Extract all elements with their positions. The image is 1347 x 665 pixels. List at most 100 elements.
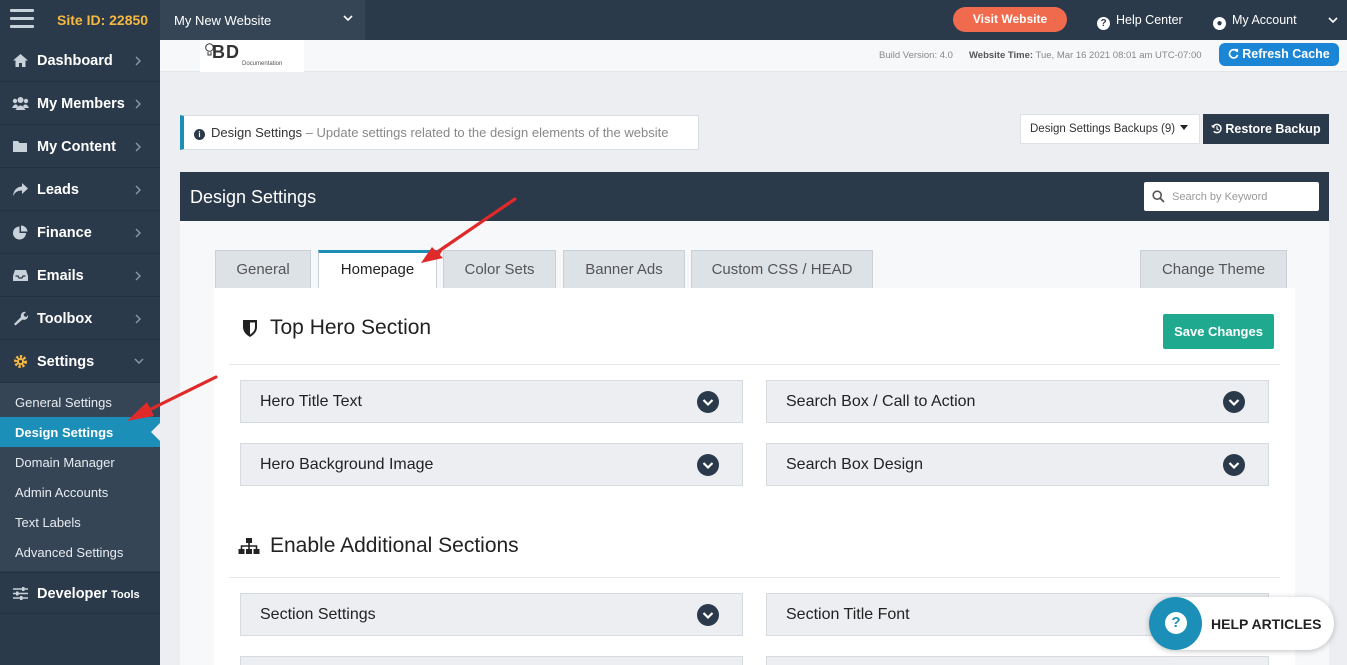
page-title: Design Settings: [211, 125, 303, 140]
tab-general[interactable]: General: [215, 250, 311, 288]
panel-title: Design Settings: [190, 187, 317, 207]
tab-homepage[interactable]: Homepage: [318, 250, 437, 289]
chevron-right-icon: [135, 99, 141, 109]
sidebar-item-my-members[interactable]: My Members: [0, 83, 160, 125]
help-articles-button[interactable]: ? HELP ARTICLES: [1149, 597, 1334, 650]
sidebar-item-dashboard[interactable]: Dashboard: [0, 40, 160, 82]
submenu-domain-manager[interactable]: Domain Manager: [0, 447, 160, 477]
help-articles-label: HELP ARTICLES: [1211, 616, 1322, 632]
sidebar-item-settings[interactable]: Settings: [0, 341, 160, 383]
divider: [229, 577, 1280, 578]
sidebar: Dashboard My Members My Content Leads Fi…: [0, 40, 160, 665]
sidebar-item-label: My Content: [37, 139, 116, 155]
section-title-top-hero: Top Hero Section: [270, 316, 432, 339]
submenu-design-settings[interactable]: Design Settings: [0, 417, 160, 447]
sliders-icon: [13, 587, 28, 600]
refresh-cache-button[interactable]: Refresh Cache: [1219, 43, 1339, 66]
chevron-right-icon: [135, 271, 141, 281]
sidebar-item-label: Toolbox: [37, 311, 93, 327]
keyword-search: [1144, 182, 1319, 211]
gear-icon: [14, 355, 27, 368]
tab-change-theme[interactable]: Change Theme: [1140, 250, 1287, 288]
divider: [229, 364, 1280, 365]
save-changes-button[interactable]: Save Changes: [1163, 314, 1274, 349]
sidebar-item-emails[interactable]: Emails: [0, 255, 160, 297]
sidebar-item-my-content[interactable]: My Content: [0, 126, 160, 168]
logo-text: BD: [212, 42, 240, 62]
backups-dropdown-label: Design Settings Backups (9): [1030, 123, 1176, 135]
submenu-text-labels[interactable]: Text Labels: [0, 507, 160, 537]
pie-chart-icon: [13, 225, 28, 240]
submenu-admin-accounts[interactable]: Admin Accounts: [0, 477, 160, 507]
home-icon: [13, 54, 28, 67]
website-time-label: Website Time:: [969, 50, 1034, 61]
accordion-label: Hero Background Image: [260, 456, 434, 473]
accordion-partial[interactable]: [766, 656, 1269, 665]
sidebar-item-label: Emails: [37, 268, 84, 284]
refresh-cache-label: Refresh Cache: [1242, 47, 1330, 61]
accordion-label: Section Title Font: [786, 606, 910, 623]
help-circle: ?: [1149, 597, 1202, 650]
accordion-hero-background-image[interactable]: Hero Background Image: [240, 443, 743, 486]
sidebar-item-finance[interactable]: Finance: [0, 212, 160, 254]
sidebar-item-label: My Members: [37, 96, 125, 112]
sidebar-item-toolbox[interactable]: Toolbox: [0, 298, 160, 340]
accordion-section-settings[interactable]: Section Settings: [240, 593, 743, 636]
logo-subtitle: Documentation: [242, 61, 283, 67]
my-account-menu[interactable]: ● My Account: [1213, 13, 1297, 30]
submenu-general-settings[interactable]: General Settings: [0, 387, 160, 417]
sidebar-item-label: Developer Tools: [37, 586, 140, 602]
site-id: Site ID: 22850: [57, 12, 149, 28]
help-center-label: Help Center: [1116, 13, 1183, 27]
accordion-partial[interactable]: [240, 656, 743, 665]
accordion-hero-title-text[interactable]: Hero Title Text: [240, 380, 743, 423]
sidebar-item-label: Settings: [37, 354, 95, 370]
question-icon: ?: [1097, 17, 1110, 30]
header-strip: BD Documentation Build Version: 4.0 Webs…: [160, 40, 1347, 72]
settings-submenu: General Settings Design Settings Domain …: [0, 383, 160, 571]
chevron-down-circle-icon: [697, 604, 719, 626]
website-selector-label: My New Website: [174, 13, 272, 28]
chevron-down-circle-icon: [1223, 391, 1245, 413]
search-icon: [1152, 190, 1165, 203]
sidebar-item-leads[interactable]: Leads: [0, 169, 160, 211]
visit-website-button[interactable]: Visit Website: [953, 7, 1067, 32]
accordion-search-box-design[interactable]: Search Box Design: [766, 443, 1269, 486]
tab-custom-css-head[interactable]: Custom CSS / HEAD: [691, 250, 873, 288]
sidebar-item-developer-tools[interactable]: Developer Tools: [0, 572, 160, 614]
restore-backup-button[interactable]: Restore Backup: [1203, 114, 1329, 144]
hamburger-menu-icon[interactable]: [10, 9, 34, 29]
history-icon: [1211, 123, 1223, 134]
help-center-link[interactable]: ? Help Center: [1097, 13, 1183, 30]
chevron-down-icon: [134, 358, 144, 364]
chevron-down-icon: [1328, 17, 1338, 24]
sidebar-item-label: Finance: [37, 225, 92, 241]
sidebar-item-label: Dashboard: [37, 53, 113, 69]
accordion-label: Hero Title Text: [260, 393, 362, 410]
submenu-advanced-settings[interactable]: Advanced Settings: [0, 537, 160, 567]
chevron-right-icon: [135, 142, 141, 152]
website-time-value: Tue, Mar 16 2021 08:01 am UTC-07:00: [1035, 50, 1202, 61]
search-input[interactable]: [1172, 187, 1312, 206]
tab-color-sets[interactable]: Color Sets: [443, 250, 556, 288]
page-description: – Update settings related to the design …: [302, 125, 669, 140]
users-icon: [12, 97, 29, 110]
chevron-down-icon: [343, 15, 353, 22]
tab-banner-ads[interactable]: Banner Ads: [563, 250, 685, 288]
logo[interactable]: BD Documentation: [200, 40, 304, 72]
sitemap-icon: [238, 538, 260, 554]
accordion-label: Section Settings: [260, 606, 376, 623]
developer-label: Developer: [37, 586, 108, 602]
accordion-search-box-call-to-action[interactable]: Search Box / Call to Action: [766, 380, 1269, 423]
question-icon: ?: [1165, 612, 1187, 634]
shield-icon: [243, 320, 257, 337]
chevron-right-icon: [135, 185, 141, 195]
design-settings-panel-header: Design Settings: [180, 172, 1329, 221]
refresh-icon: [1228, 48, 1239, 59]
website-selector[interactable]: My New Website: [160, 0, 365, 40]
design-settings-backups-dropdown[interactable]: Design Settings Backups (9): [1020, 114, 1200, 144]
build-version: Build Version: 4.0: [879, 50, 953, 61]
folder-icon: [13, 141, 27, 152]
chevron-down-circle-icon: [697, 391, 719, 413]
info-icon: i: [194, 129, 205, 140]
